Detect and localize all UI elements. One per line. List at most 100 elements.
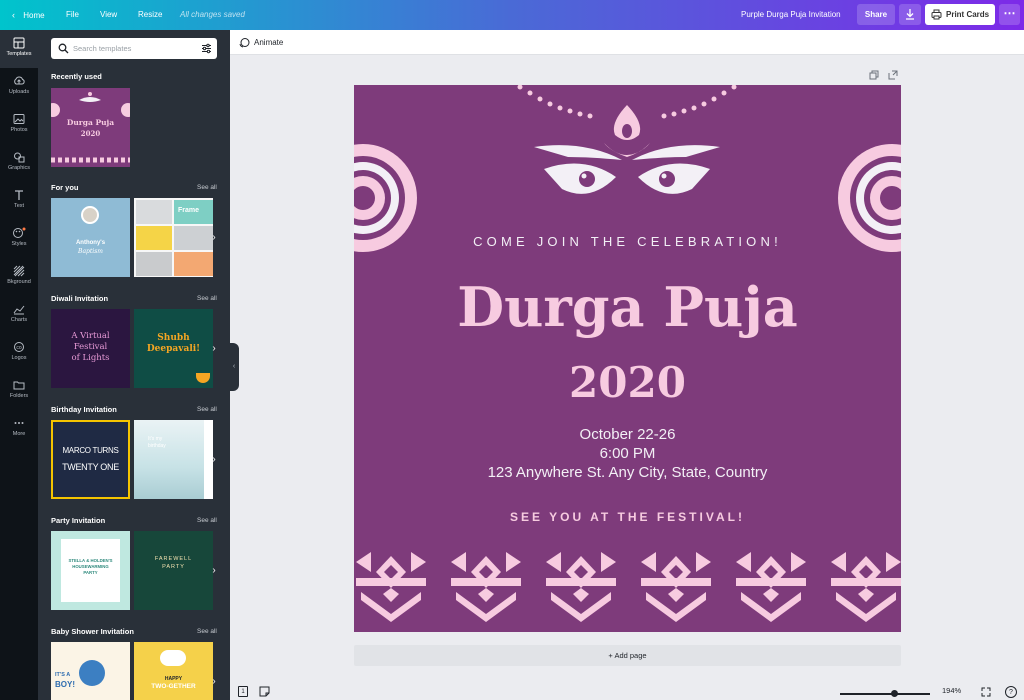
template-thumbnail[interactable]: STELLA & HOLDEN'S HOUSEWARMING PARTY xyxy=(51,531,130,610)
thumb-title: Shubh xyxy=(157,333,190,343)
thumb-title: TWENTY ONE xyxy=(62,462,119,472)
add-page-icon[interactable] xyxy=(888,70,898,80)
thumb-title: birthday xyxy=(148,443,166,449)
template-thumbnail[interactable]: Anthony's Baptism xyxy=(51,198,130,277)
chevron-right-icon[interactable]: › xyxy=(208,672,220,692)
photo-tile xyxy=(136,226,172,250)
thumb-title: A Virtual xyxy=(71,331,110,341)
thumb-title: HOUSEWARMING xyxy=(72,564,109,569)
search-icon xyxy=(58,43,69,54)
duplicate-page-icon[interactable] xyxy=(869,70,879,80)
more-icon xyxy=(14,422,24,424)
print-cards-button[interactable]: Print Cards xyxy=(925,4,995,25)
photo-tile xyxy=(136,252,172,276)
collapse-panel-button[interactable]: ‹ xyxy=(229,343,239,391)
design-year[interactable]: 2020 xyxy=(354,358,901,407)
search-input[interactable] xyxy=(73,38,193,59)
baby-photo xyxy=(81,206,99,224)
rail-uploads[interactable]: Uploads xyxy=(0,68,38,106)
zoom-level[interactable]: 194% xyxy=(942,686,961,695)
template-thumbnail[interactable]: HAPPY TWO-GETHER xyxy=(134,642,213,700)
animate-button[interactable]: Animate xyxy=(254,30,283,55)
page-number: 1 xyxy=(241,689,245,695)
template-thumbnail[interactable]: A Virtual Festival of Lights xyxy=(51,309,130,388)
template-thumbnail[interactable]: MARCO TURNS TWENTY ONE xyxy=(51,420,130,499)
template-thumbnail[interactable]: IT'S A BOY! xyxy=(51,642,130,700)
design-date[interactable]: October 22-26 xyxy=(354,426,901,443)
search-box[interactable] xyxy=(51,38,217,59)
photo-tile xyxy=(134,420,204,499)
design-title[interactable]: Durga Puja xyxy=(354,275,901,339)
template-thumbnail[interactable]: It's my birthday xyxy=(134,420,213,499)
rail-label: Graphics xyxy=(7,165,30,171)
see-all-link[interactable]: See all xyxy=(197,517,217,524)
rail-label: Folders xyxy=(9,393,29,399)
template-thumbnail[interactable]: FAREWELL PARTY xyxy=(134,531,213,610)
rail-templates[interactable]: Templates xyxy=(0,30,38,68)
top-bar: ‹ Home File View Resize All changes save… xyxy=(0,0,1024,30)
logo-icon: co xyxy=(14,342,24,352)
see-all-link[interactable]: See all xyxy=(197,295,217,302)
rail-folders[interactable]: Folders xyxy=(0,372,38,410)
see-all-link[interactable]: See all xyxy=(197,406,217,413)
rail-photos[interactable]: Photos xyxy=(0,106,38,144)
chevron-right-icon[interactable]: › xyxy=(208,450,220,470)
chart-icon xyxy=(13,305,25,315)
chevron-right-icon[interactable]: › xyxy=(208,339,220,359)
home-label: Home xyxy=(23,11,45,20)
thumb-title: MARCO TURNS xyxy=(62,446,119,455)
zoom-slider[interactable] xyxy=(840,693,930,695)
photo-tile xyxy=(174,252,213,276)
rail-styles[interactable]: Styles xyxy=(0,220,38,258)
page-count-button[interactable]: 1 xyxy=(238,686,248,697)
templates-icon xyxy=(13,37,25,49)
menu-view[interactable]: View xyxy=(100,0,117,30)
chevron-right-icon[interactable]: › xyxy=(208,561,220,581)
rail-label: Templates xyxy=(6,51,32,57)
design-canvas[interactable]: COME JOIN THE CELEBRATION! Durga Puja 20… xyxy=(354,85,901,632)
rail-text[interactable]: Text xyxy=(0,182,38,220)
design-kicker[interactable]: COME JOIN THE CELEBRATION! xyxy=(354,234,901,249)
chevron-left-icon: ‹ xyxy=(12,10,15,20)
rail-logos[interactable]: co Logos xyxy=(0,334,38,372)
zoom-slider-handle[interactable] xyxy=(890,690,898,697)
rail-more[interactable]: More xyxy=(0,410,38,448)
durga-eyes-icon xyxy=(51,92,130,163)
home-button[interactable]: ‹ Home xyxy=(12,0,45,30)
rail-charts[interactable]: Charts xyxy=(0,296,38,334)
menu-resize[interactable]: Resize xyxy=(138,0,162,30)
rail-label: More xyxy=(12,431,26,437)
notes-icon[interactable] xyxy=(259,686,270,697)
rail-background[interactable]: Bkground xyxy=(0,258,38,296)
rail-graphics[interactable]: Graphics xyxy=(0,144,38,182)
document-title[interactable]: Purple Durga Puja Invitation xyxy=(741,0,841,30)
save-status: All changes saved xyxy=(180,10,245,19)
panda-illustration xyxy=(160,650,186,666)
lamp-icon xyxy=(196,373,210,383)
svg-text:co: co xyxy=(16,345,22,351)
template-thumbnail[interactable]: Shubh Deepavali! xyxy=(134,309,213,388)
section-title: For you xyxy=(51,183,79,192)
download-button[interactable] xyxy=(899,4,921,25)
chevron-right-icon[interactable]: › xyxy=(208,228,220,248)
thumb-year: 2020 xyxy=(80,129,101,138)
template-thumbnail[interactable]: Durga Puja 2020 xyxy=(51,88,130,167)
see-all-link[interactable]: See all xyxy=(197,184,217,191)
share-button[interactable]: Share xyxy=(857,4,895,25)
folder-icon xyxy=(13,381,25,390)
design-footer[interactable]: SEE YOU AT THE FESTIVAL! xyxy=(354,510,901,524)
pattern-border-icon xyxy=(356,552,901,622)
filter-icon[interactable] xyxy=(201,43,212,54)
design-time[interactable]: 6:00 PM xyxy=(354,445,901,462)
fullscreen-icon[interactable] xyxy=(981,687,991,697)
template-thumbnail[interactable]: Frame xyxy=(134,198,213,277)
menu-file[interactable]: File xyxy=(66,0,79,30)
design-address[interactable]: 123 Anywhere St. Any City, State, Countr… xyxy=(354,464,901,481)
help-button[interactable]: ? xyxy=(1005,686,1017,698)
see-all-link[interactable]: See all xyxy=(197,628,217,635)
styles-icon xyxy=(13,227,26,238)
rail-label: Bkground xyxy=(7,279,31,285)
bottom-bar: 1 194% ? xyxy=(230,684,1024,700)
add-page-button[interactable]: + Add page xyxy=(354,645,901,666)
more-options-button[interactable]: ⋯ xyxy=(999,4,1020,25)
